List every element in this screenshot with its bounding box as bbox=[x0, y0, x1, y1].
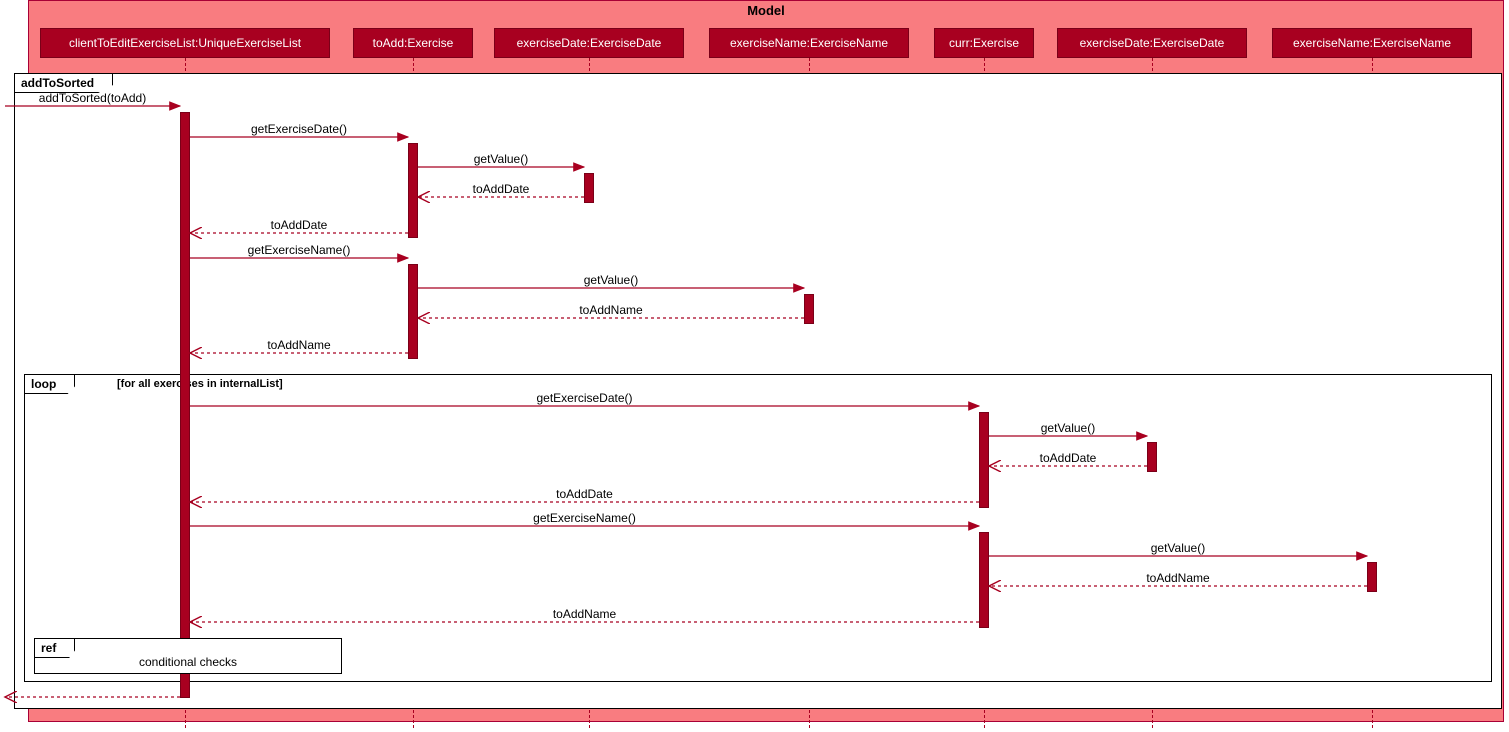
activation-4 bbox=[804, 294, 814, 324]
message-label-13: getExerciseName() bbox=[485, 511, 685, 525]
fragment-label: addToSorted bbox=[14, 73, 113, 93]
message-label-15: toAddName bbox=[1078, 571, 1278, 585]
participant-p2: toAdd:Exercise bbox=[353, 28, 473, 58]
participant-p5: curr:Exercise bbox=[934, 28, 1034, 58]
message-label-9: getExerciseDate() bbox=[485, 391, 685, 405]
message-label-2: getValue() bbox=[401, 152, 601, 166]
loop-guard: [for all exercises in internalList] bbox=[117, 378, 283, 390]
participant-p1: clientToEditExerciseList:UniqueExerciseL… bbox=[40, 28, 330, 58]
message-label-10: getValue() bbox=[968, 421, 1168, 435]
message-label-7: toAddName bbox=[511, 303, 711, 317]
loop-label: loop bbox=[24, 374, 75, 394]
diagram-title: Model bbox=[29, 3, 1503, 18]
activation-2 bbox=[408, 264, 418, 359]
fragment-loop: loop [for all exercises in internalList] bbox=[24, 374, 1492, 682]
message-label-12: toAddDate bbox=[485, 487, 685, 501]
fragment-ref: ref conditional checks bbox=[34, 638, 342, 674]
message-label-0: addToSorted(toAdd) bbox=[0, 91, 193, 105]
participant-p7: exerciseName:ExerciseName bbox=[1272, 28, 1472, 58]
participant-p4: exerciseName:ExerciseName bbox=[709, 28, 909, 58]
participant-p6: exerciseDate:ExerciseDate bbox=[1057, 28, 1247, 58]
message-label-8: toAddName bbox=[199, 338, 399, 352]
message-label-1: getExerciseDate() bbox=[199, 122, 399, 136]
message-label-3: toAddDate bbox=[401, 182, 601, 196]
message-label-6: getValue() bbox=[511, 273, 711, 287]
message-label-16: toAddName bbox=[485, 607, 685, 621]
activation-8 bbox=[1367, 562, 1377, 592]
message-label-14: getValue() bbox=[1078, 541, 1278, 555]
ref-text: conditional checks bbox=[35, 655, 341, 669]
activation-0 bbox=[180, 112, 190, 698]
message-label-4: toAddDate bbox=[199, 218, 399, 232]
message-label-5: getExerciseName() bbox=[199, 243, 399, 257]
message-label-11: toAddDate bbox=[968, 451, 1168, 465]
participant-p3: exerciseDate:ExerciseDate bbox=[494, 28, 684, 58]
activation-6 bbox=[979, 532, 989, 628]
